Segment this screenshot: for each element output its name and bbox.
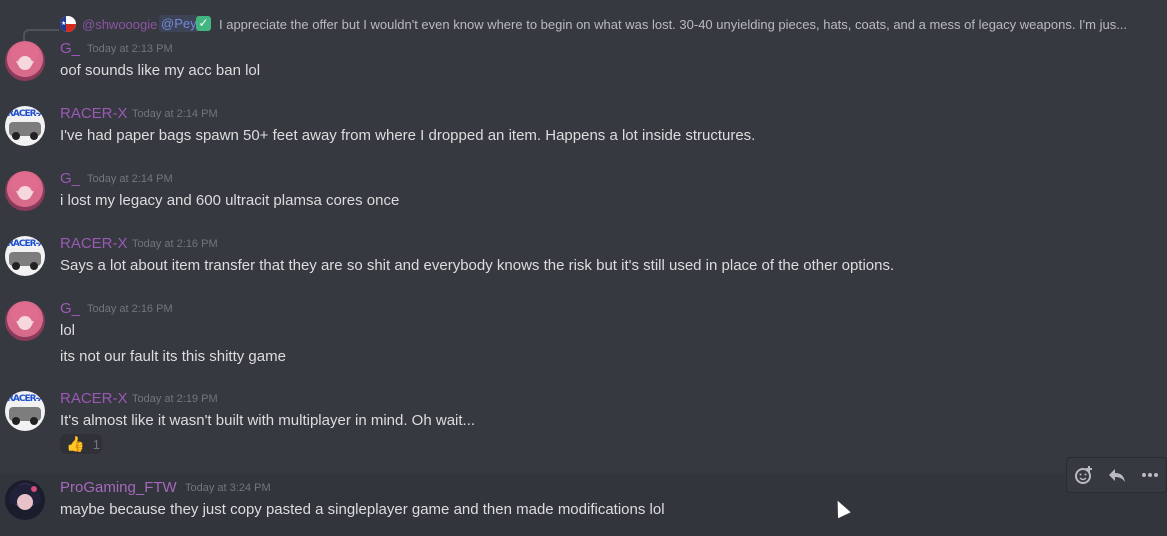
avatar[interactable]: RACER-X (5, 391, 45, 431)
avatar[interactable]: RACER-X (5, 106, 45, 146)
username[interactable]: RACER-X (60, 390, 128, 407)
reply-avatar[interactable]: ★ (60, 16, 76, 32)
reply-mention[interactable]: @Pey (159, 15, 199, 32)
message-text: its not our fault its this shitty game (60, 348, 286, 365)
avatar[interactable]: RACER-X (5, 236, 45, 276)
avatar[interactable] (5, 171, 45, 211)
reply-icon[interactable] (1103, 461, 1131, 489)
timestamp: Today at 2:13 PM (87, 43, 173, 55)
message-text: oof sounds like my acc ban lol (60, 62, 261, 79)
username[interactable]: G_ (60, 170, 80, 187)
avatar[interactable] (5, 301, 45, 341)
reaction-count: 1 (92, 436, 100, 452)
timestamp: Today at 3:24 PM (185, 482, 271, 494)
timestamp: Today at 2:14 PM (132, 108, 218, 120)
avatar[interactable] (5, 41, 45, 81)
message-text: i lost my legacy and 600 ultracit plamsa… (60, 192, 400, 209)
timestamp: Today at 2:16 PM (87, 303, 173, 315)
timestamp: Today at 2:19 PM (132, 393, 218, 405)
username[interactable]: G_ (60, 300, 80, 317)
reply-preview-text[interactable]: I appreciate the offer but I wouldn't ev… (219, 17, 1127, 32)
username[interactable]: RACER-X (60, 235, 128, 252)
reply-author[interactable]: @shwooogie (82, 17, 157, 32)
message-text: I've had paper bags spawn 50+ feet away … (60, 127, 756, 144)
thumbs-up-icon: 👍 (66, 436, 85, 453)
timestamp: Today at 2:16 PM (132, 238, 218, 250)
check-mark-icon: ✓ (196, 16, 211, 31)
message-text: lol (60, 322, 76, 339)
message-text: Says a lot about item transfer that they… (60, 257, 895, 274)
reply-reference[interactable]: ★ @shwooogie @Pey ✓ I appreciate the off… (0, 10, 1167, 43)
message-text: It's almost like it wasn't built with mu… (60, 412, 476, 429)
add-reaction-icon[interactable] (1070, 461, 1098, 489)
message-toolbar (1066, 457, 1167, 493)
username[interactable]: ProGaming_FTW (60, 479, 177, 496)
username[interactable]: RACER-X (60, 105, 128, 122)
username[interactable]: G_ (60, 40, 80, 57)
message-text: maybe because they just copy pasted a si… (60, 501, 665, 518)
timestamp: Today at 2:14 PM (87, 173, 173, 185)
reaction-thumbs-up[interactable]: 👍 1 (60, 434, 102, 454)
avatar[interactable] (5, 480, 45, 520)
more-options-icon[interactable] (1136, 461, 1164, 489)
